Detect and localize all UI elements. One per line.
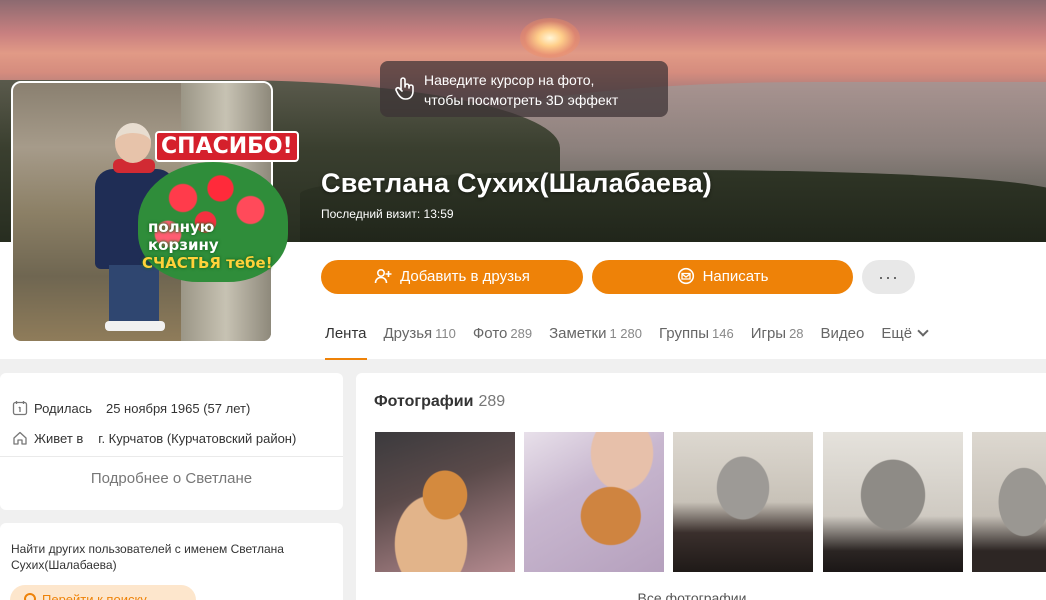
profile-tabs: Лента Друзья 110 Фото 289 Заметки 1 280 Гру… xyxy=(325,318,929,360)
hint-line-2: чтобы посмотреть 3D эффект xyxy=(424,92,619,108)
photos-title-label: Фотографии xyxy=(374,393,474,410)
hint-line-1: Наведите курсор на фото, xyxy=(424,72,595,88)
tab-friends-label: Друзья xyxy=(383,325,433,342)
location-value[interactable]: г. Курчатов (Курчатовский район) xyxy=(98,431,296,446)
write-message-button[interactable]: Написать xyxy=(592,260,853,294)
last-visit: Последний визит: 13:59 xyxy=(321,207,454,221)
photo-thumbnail[interactable] xyxy=(673,432,813,572)
tab-groups-label: Группы xyxy=(659,325,709,342)
more-about-link[interactable]: Подробнее о Светлане xyxy=(0,470,343,487)
tab-feed[interactable]: Лента xyxy=(325,318,367,360)
tab-notes[interactable]: Заметки 1 280 xyxy=(549,318,642,360)
location-label: Живет в xyxy=(34,430,84,446)
photos-count: 289 xyxy=(478,393,506,410)
photo-thumbnail[interactable] xyxy=(823,432,963,572)
tab-games-count: 28 xyxy=(789,326,804,341)
photo-thumbnail[interactable] xyxy=(972,432,1046,572)
photos-title[interactable]: Фотографии 289 xyxy=(374,393,505,411)
calendar-icon xyxy=(12,401,28,416)
more-actions-button[interactable]: ··· xyxy=(862,260,915,294)
avatar-shoes xyxy=(105,321,165,331)
add-friend-label: Добавить в друзья xyxy=(400,268,530,285)
all-photos-link[interactable]: Все фотографии xyxy=(356,590,1046,600)
write-message-label: Написать xyxy=(702,268,769,285)
3d-hint-tooltip: Наведите курсор на фото, чтобы посмотрет… xyxy=(380,61,668,117)
add-friend-icon xyxy=(374,269,392,284)
tab-photos-count: 289 xyxy=(510,326,533,341)
birthday-label: Родилась xyxy=(34,400,92,416)
profile-name: Светлана Сухих(Шалабаева) xyxy=(321,168,713,198)
tab-games[interactable]: Игры 28 xyxy=(751,318,804,360)
tab-friends[interactable]: Друзья 110 xyxy=(384,318,456,360)
about-divider xyxy=(0,456,343,457)
tab-video[interactable]: Видео xyxy=(821,318,865,360)
chevron-down-icon xyxy=(917,325,929,337)
find-users-text: Найти других пользователей с именем Свет… xyxy=(11,542,284,572)
home-icon xyxy=(13,431,27,445)
cover-sun xyxy=(520,18,580,58)
avatar-legs xyxy=(109,265,159,323)
hand-pointer-icon xyxy=(395,77,414,100)
tab-groups[interactable]: Группы 146 xyxy=(659,318,734,360)
go-to-search-button[interactable]: Перейти к поиску xyxy=(10,585,196,600)
photo-thumbnail[interactable] xyxy=(375,432,515,572)
thanks-sticker: СПАСИБО! xyxy=(155,131,299,162)
tab-photos[interactable]: Фото 289 xyxy=(473,318,532,360)
tab-feed-label: Лента xyxy=(325,325,367,342)
tab-video-label: Видео xyxy=(820,325,865,342)
tab-more-label: Ещё xyxy=(881,325,913,342)
wish-line-2: корзину xyxy=(148,236,219,254)
mail-icon xyxy=(677,267,694,285)
birthday-row: Родилась 25 ноября 1965 (57 лет) xyxy=(12,400,250,416)
tab-notes-label: Заметки xyxy=(549,325,607,342)
location-row: Живет в г. Курчатов (Курчатовский район) xyxy=(12,430,296,446)
wish-line-1: полную xyxy=(148,218,215,236)
tab-friends-count: 110 xyxy=(435,326,456,341)
tab-games-label: Игры xyxy=(750,325,787,342)
tab-groups-count: 146 xyxy=(711,326,734,341)
all-photos-label: Все фотографии xyxy=(637,590,747,600)
wish-line-3: СЧАСТЬЯ тебе! xyxy=(142,254,273,272)
birthday-value: 25 ноября 1965 (57 лет) xyxy=(105,400,251,416)
tab-photos-label: Фото xyxy=(472,325,508,342)
tab-more[interactable]: Ещё xyxy=(881,318,929,360)
tab-notes-count: 1 280 xyxy=(609,326,642,341)
photo-thumbnail[interactable] xyxy=(524,432,664,572)
add-friend-button[interactable]: Добавить в друзья xyxy=(321,260,583,294)
avatar-head xyxy=(115,123,151,163)
